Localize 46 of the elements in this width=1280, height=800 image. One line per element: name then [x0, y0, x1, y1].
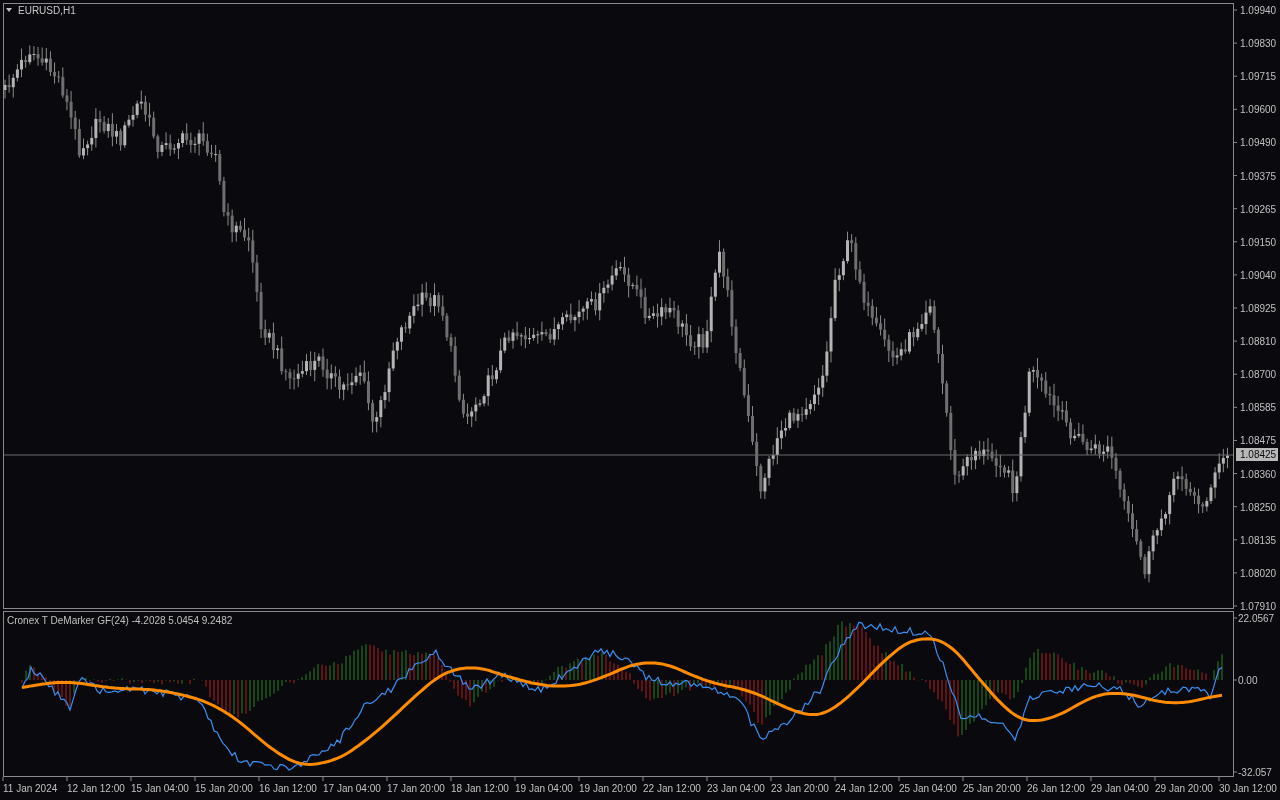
time-label: 15 Jan 04:00 — [131, 783, 189, 794]
price-label: 1.08020 — [1240, 567, 1277, 579]
time-label: 24 Jan 12:00 — [835, 783, 893, 794]
time-label: 30 Jan 12:00 — [1219, 783, 1277, 794]
time-label: 18 Jan 12:00 — [451, 783, 509, 794]
time-label: 12 Jan 12:00 — [67, 783, 125, 794]
time-label: 11 Jan 2024 — [3, 783, 58, 794]
price-label: 1.09150 — [1240, 236, 1277, 248]
price-label: 1.09715 — [1240, 71, 1277, 83]
time-label: 17 Jan 04:00 — [323, 783, 381, 794]
price-label: 1.09830 — [1240, 38, 1277, 50]
price-label: 1.09265 — [1240, 203, 1277, 215]
time-label: 15 Jan 20:00 — [195, 783, 253, 794]
time-label: 17 Jan 20:00 — [387, 783, 445, 794]
price-label: 1.07910 — [1240, 601, 1277, 612]
price-label: 1.09040 — [1240, 269, 1277, 281]
price-label: 1.09600 — [1240, 104, 1277, 116]
symbol-title: EURUSD,H1 — [18, 5, 76, 16]
price-label: 1.08700 — [1240, 369, 1277, 381]
time-label: 23 Jan 20:00 — [771, 783, 829, 794]
price-label: 1.08810 — [1240, 336, 1277, 348]
time-label: 25 Jan 20:00 — [963, 783, 1021, 794]
triangle-icon[interactable] — [6, 8, 12, 12]
time-label: 26 Jan 12:00 — [1027, 783, 1085, 794]
price-label: 1.08585 — [1240, 402, 1277, 414]
time-label: 23 Jan 04:00 — [707, 783, 765, 794]
time-label: 29 Jan 04:00 — [1091, 783, 1149, 794]
indicator-axis-label: 22.0567 — [1238, 613, 1275, 624]
current-price-badge: 1.08425 — [1236, 448, 1278, 461]
price-label: 1.09375 — [1240, 170, 1277, 182]
time-label: 25 Jan 04:00 — [899, 783, 957, 794]
time-label: 29 Jan 20:00 — [1155, 783, 1213, 794]
price-label: 1.09940 — [1240, 5, 1277, 16]
indicator-axis-label: 0.00 — [1238, 675, 1258, 686]
price-label: 1.08135 — [1240, 534, 1277, 546]
time-label: 19 Jan 04:00 — [515, 783, 573, 794]
price-label: 1.08360 — [1240, 468, 1277, 480]
price-label: 1.08475 — [1240, 435, 1277, 447]
price-label: 1.09490 — [1240, 137, 1277, 149]
time-label: 22 Jan 12:00 — [643, 783, 701, 794]
time-label: 16 Jan 12:00 — [259, 783, 317, 794]
price-label: 1.08925 — [1240, 303, 1277, 314]
indicator-title: Cronex T DeMarker GF(24) -4.2028 5.0454 9.2482 — [7, 615, 233, 626]
price-label: 1.08250 — [1240, 501, 1277, 513]
time-label: 19 Jan 20:00 — [579, 783, 637, 794]
indicator-axis-label: -32.057 — [1238, 767, 1272, 778]
